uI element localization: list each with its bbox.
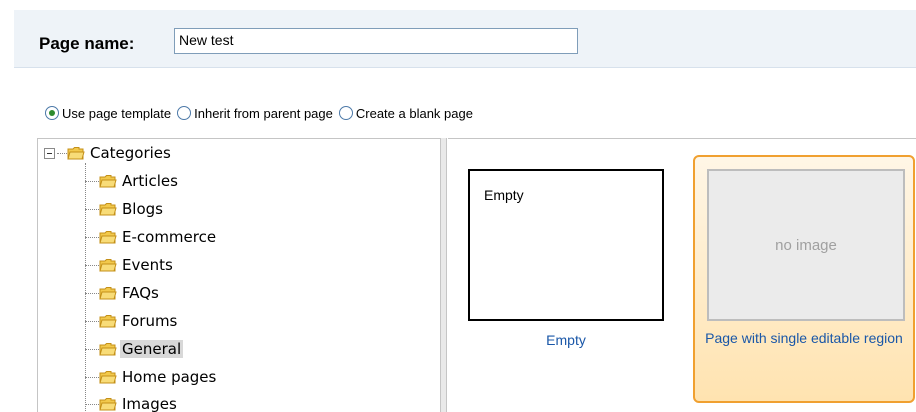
page-name-input[interactable]: New test [174,28,578,54]
tree-item-home-pages[interactable]: Home pages [85,367,218,387]
tree-item-articles[interactable]: Articles [85,171,180,191]
collapse-icon[interactable] [44,147,55,159]
tree-connector [85,180,99,182]
tree-item-e-commerce[interactable]: E-commerce [85,227,218,247]
tree-item-general[interactable]: General [85,339,184,359]
no-image-placeholder: no image [775,237,837,254]
tree-connector [85,208,99,210]
template-single-editable-region[interactable]: no image Page with single editable regio… [693,155,915,403]
tree-root-label: Categories [90,144,171,162]
tree-connector [85,376,99,378]
page-type-radio-group: Use page template Inherit from parent pa… [45,103,479,123]
tree-item-label-selected: General [120,340,184,358]
tree-item-label: Forums [122,312,178,330]
folder-icon [99,287,117,300]
tree-connector [85,320,99,322]
tree-item-label: Images [122,395,177,412]
radio-inherit-from-parent[interactable]: Inherit from parent page [177,106,333,121]
radio-button-selected[interactable] [45,106,59,120]
folder-icon [99,371,117,384]
folder-icon [99,398,117,411]
tree-connector [85,348,99,350]
tree-item-images[interactable]: Images [85,394,179,412]
tree-item-blogs[interactable]: Blogs [85,199,165,219]
page-name-bar: Page name: New test [14,10,916,68]
tree-item-label: Events [122,256,173,274]
tree-root-categories[interactable]: Categories [44,143,173,163]
category-tree: Categories Articles Blogs E-commerce Eve… [37,138,444,412]
template-gallery: Empty Empty no image Page with single ed… [448,138,916,412]
new-page-dialog: Page name: New test Use page template In… [0,0,916,412]
tree-item-label: Home pages [122,368,217,386]
tree-connector [85,292,99,294]
tree-connector [85,403,99,405]
radio-create-blank-page[interactable]: Create a blank page [338,105,473,121]
folder-icon [99,203,117,216]
template-caption[interactable]: Empty [468,331,664,350]
radio-label: Create a blank page [355,105,473,121]
tree-connector [57,152,67,154]
template-caption[interactable]: Page with single editable region [695,329,913,348]
thumbnail-text: Empty [484,187,524,203]
tree-item-events[interactable]: Events [85,255,175,275]
radio-button[interactable] [177,106,192,120]
template-thumbnail[interactable]: Empty [468,169,664,321]
radio-label: Inherit from parent page [194,105,333,121]
tree-connector [85,264,99,266]
folder-icon [99,259,117,272]
folder-icon [99,175,117,188]
panel-splitter[interactable] [440,138,447,412]
folder-icon [99,343,117,356]
tree-item-label: E-commerce [122,228,217,246]
page-name-label: Page name: [39,34,135,53]
tree-item-label: FAQs [122,284,159,302]
folder-icon [99,315,117,328]
tree-item-faqs[interactable]: FAQs [85,283,161,303]
template-empty[interactable]: Empty Empty [468,169,664,350]
template-thumbnail[interactable]: no image [707,169,905,321]
tree-connector [85,236,99,238]
tree-item-forums[interactable]: Forums [85,311,179,331]
tree-item-label: Articles [122,172,178,190]
radio-use-page-template[interactable]: Use page template [45,106,171,121]
folder-icon [67,147,85,160]
radio-label: Use page template [62,105,172,121]
folder-icon [99,231,117,244]
radio-button[interactable] [338,106,353,120]
tree-item-label: Blogs [122,200,163,218]
